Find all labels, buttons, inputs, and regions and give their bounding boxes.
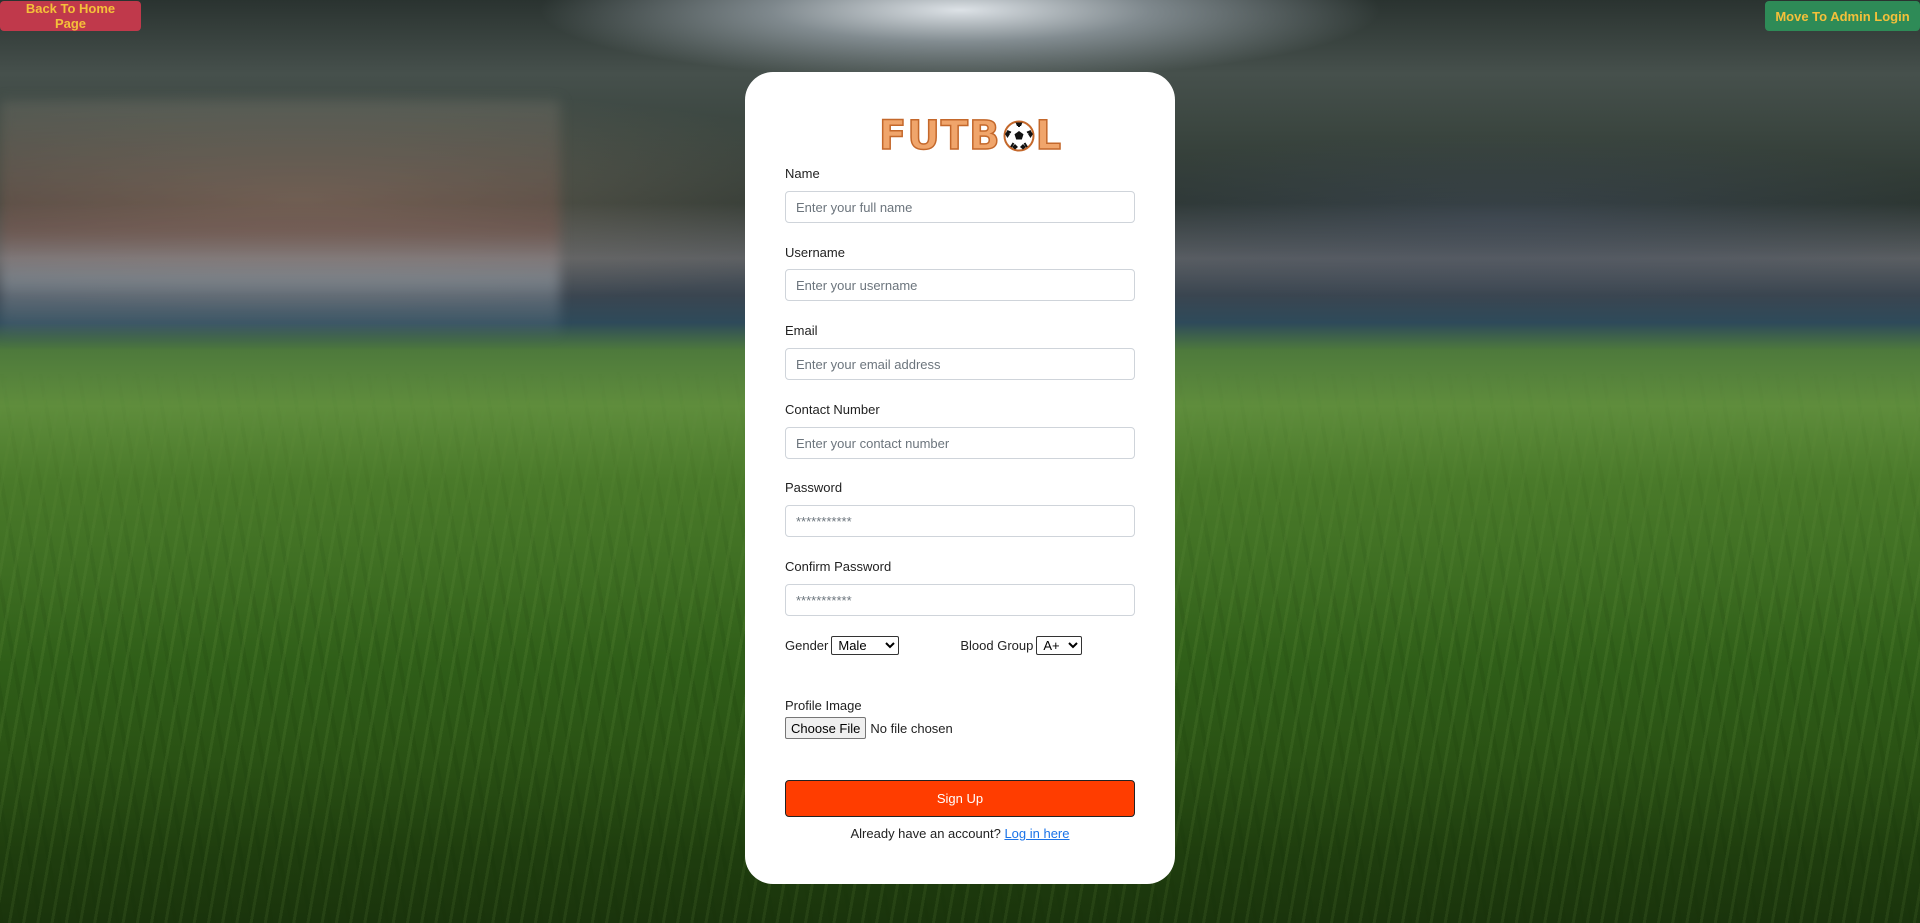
email-field[interactable] xyxy=(785,348,1135,380)
login-link[interactable]: Log in here xyxy=(1004,826,1069,841)
logo-text-right: L xyxy=(1035,113,1063,159)
admin-login-button[interactable]: Move To Admin Login xyxy=(1765,1,1920,31)
back-to-home-button[interactable]: Back To Home Page xyxy=(0,1,141,31)
stadium-stands xyxy=(0,100,560,340)
blood-group-label: Blood Group xyxy=(960,638,1034,653)
login-prompt-text: Already have an account? xyxy=(850,826,1001,841)
name-label: Name xyxy=(785,166,820,181)
futbol-logo: FUTB L xyxy=(878,113,1063,159)
contact-number-label: Contact Number xyxy=(785,402,880,417)
file-status-text: No file chosen xyxy=(870,720,953,736)
password-label: Password xyxy=(785,480,843,495)
name-field[interactable] xyxy=(785,191,1135,223)
blood-group-select[interactable]: A+ xyxy=(1036,636,1083,655)
contact-number-field[interactable] xyxy=(785,427,1135,459)
password-field[interactable] xyxy=(785,505,1135,537)
gender-select[interactable]: Male xyxy=(831,636,900,655)
gender-label: Gender xyxy=(785,638,829,653)
username-field[interactable] xyxy=(785,269,1135,301)
confirm-password-field[interactable] xyxy=(785,584,1135,616)
confirm-password-label: Confirm Password xyxy=(785,559,892,574)
signup-card: FUTB L Name Username Email Contact Numbe… xyxy=(745,72,1175,884)
soccer-ball-icon xyxy=(1003,120,1035,152)
choose-file-button[interactable]: Choose File xyxy=(785,717,867,739)
login-prompt-row: Already have an account? Log in here xyxy=(745,826,1175,841)
gender-blood-row: Gender Male Blood Group A+ xyxy=(785,636,1083,655)
email-label: Email xyxy=(785,323,818,338)
sign-up-button[interactable]: Sign Up xyxy=(785,780,1135,817)
profile-image-label: Profile Image xyxy=(785,698,862,713)
logo-text-left: FUTB xyxy=(878,113,1001,159)
username-label: Username xyxy=(785,245,845,260)
profile-image-picker: Choose File No file chosen xyxy=(785,717,953,739)
